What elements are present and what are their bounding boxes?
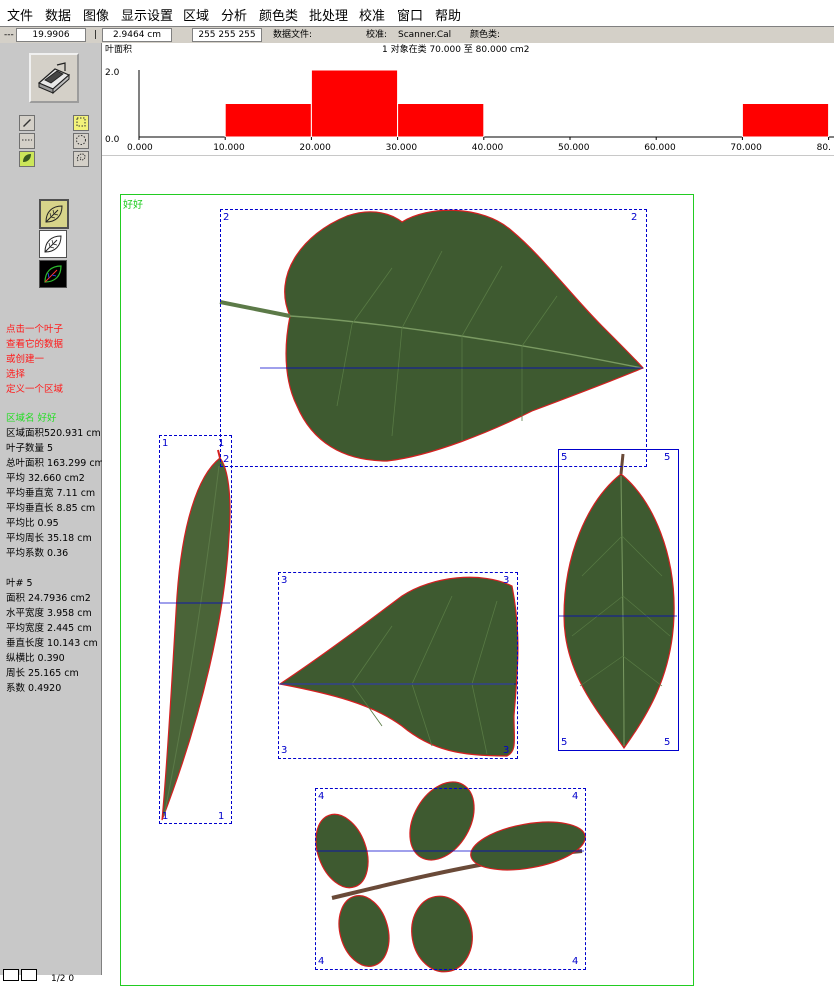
leaf-5-label-tr: 5 (664, 452, 671, 463)
histogram-panel: 叶面积 1 对象在类 70.000 至 80.000 cm2 2.0 0.0 0… (102, 43, 834, 156)
menu-image[interactable]: 图像 (83, 5, 109, 24)
status-separator: | (94, 30, 98, 40)
leaf-3-bbox (278, 572, 518, 759)
menu-batch[interactable]: 批处理 (309, 5, 348, 24)
leaf-5-bbox (558, 449, 679, 751)
leaf-color-icon (44, 265, 62, 283)
page-indicator: 1/2 0 (51, 974, 75, 984)
prev-page-button[interactable] (3, 969, 19, 981)
pencil-tool[interactable] (19, 115, 35, 131)
menu-file[interactable]: 文件 (7, 5, 33, 24)
ellipse-select-icon (76, 135, 86, 145)
status-value-2: 2.9464 cm (102, 28, 172, 42)
histogram-bar (224, 103, 312, 138)
leaf-4-label: 4 (318, 791, 325, 802)
menu-calibrate[interactable]: 校准 (359, 5, 385, 24)
left-panel: 点击一个叶子 查看它的数据 或创建一 选择 定义一个区域 区域名 好好 区域面积… (0, 43, 104, 984)
ellipse-select-tool[interactable] (73, 133, 89, 149)
leaf-white-icon (44, 235, 62, 253)
leaf-4-label-bl: 4 (318, 956, 325, 967)
leaf-3-label-br: 3 (503, 745, 510, 756)
leaf-4-label-tr: 4 (572, 791, 579, 802)
menu-analysis[interactable]: 分析 (221, 5, 247, 24)
x-tick-label: 50.000 (558, 143, 590, 153)
rect-select-tool[interactable] (73, 115, 89, 131)
x-tick-label: 40.000 (472, 143, 504, 153)
x-tick-label: 0.000 (127, 143, 153, 153)
y-tick-min: 0.0 (105, 135, 120, 145)
x-tick-label: 70.000 (730, 143, 762, 153)
menu-window[interactable]: 窗口 (397, 5, 423, 24)
status-dash: --- (4, 30, 14, 40)
scanner-icon (37, 62, 71, 95)
leaf-1-label-bl: 1 (162, 811, 169, 822)
leaf-1-bbox (159, 435, 232, 824)
leaf-mode-outline[interactable] (39, 199, 69, 229)
next-page-button[interactable] (21, 969, 37, 981)
leaf-info: 叶# 5 面积 24.7936 cm2 水平宽度 3.958 cm 平均宽度 2… (6, 578, 98, 694)
menu-help[interactable]: 帮助 (435, 5, 461, 24)
rect-select-icon (76, 117, 86, 127)
leaf-tool[interactable] (19, 151, 35, 167)
histogram-bar (741, 103, 830, 138)
leaf-mode-color[interactable] (39, 260, 67, 288)
leaf-2-bbox (220, 209, 647, 467)
leaf-4-label-br: 4 (572, 956, 579, 967)
histogram-bar (397, 103, 485, 138)
leaf-4-bbox (315, 788, 586, 970)
pager: 1/2 0 (3, 969, 74, 984)
x-tick-label: 20.000 (299, 143, 331, 153)
status-data-file-label: 数据文件: (273, 30, 313, 40)
leaf-1-label-br: 1 (218, 811, 225, 822)
leaf-mode-fill[interactable] (39, 230, 67, 258)
menu-color-class[interactable]: 颜色类 (259, 5, 298, 24)
menu-bar: 文件 数据 图像 显示设置 区域 分析 颜色类 批处理 校准 窗口 帮助 (0, 0, 834, 26)
scan-image-area[interactable]: 好好 2 2 2 1 1 1 1 3 3 3 3 4 4 4 4 5 5 5 5 (102, 156, 834, 986)
line-icon (22, 139, 32, 141)
leaf-3-label: 3 (281, 575, 288, 586)
histogram-summary: 1 对象在类 70.000 至 80.000 cm2 (382, 43, 529, 55)
status-bar: --- 19.9906 | 2.9464 cm 255 255 255 数据文件… (0, 26, 834, 44)
x-tick-label: 80. (817, 143, 831, 153)
leaf-outline-icon (45, 205, 63, 223)
leaf-small-icon (23, 154, 31, 162)
lasso-tool[interactable] (73, 151, 89, 167)
lasso-icon (76, 153, 86, 162)
x-tick-label: 60.000 (644, 143, 676, 153)
leaf-3-label-bl: 3 (281, 745, 288, 756)
leaf-5-label-br: 5 (664, 737, 671, 748)
status-calib-value: Scanner.Cal (398, 30, 452, 40)
leaf-3-label-tr: 3 (503, 575, 510, 586)
region-info: 区域名 好好 区域面积520.931 cm 叶子数量 5 总叶面积 163.29… (6, 413, 104, 559)
y-tick-max: 2.0 (105, 68, 120, 78)
pencil-icon (23, 119, 31, 127)
histogram-chart: 叶面积 1 对象在类 70.000 至 80.000 cm2 2.0 0.0 0… (105, 43, 834, 153)
histogram-bar (310, 69, 399, 138)
x-tick-label: 10.000 (213, 143, 245, 153)
status-color-class-label: 颜色类: (470, 30, 501, 40)
histogram-ylabel: 叶面积 (105, 43, 132, 55)
leaf-5-label: 5 (561, 452, 568, 463)
menu-region[interactable]: 区域 (183, 5, 209, 24)
leaf-1-label: 1 (162, 438, 169, 449)
leaf-5-label-bl: 5 (561, 737, 568, 748)
leaf-1-label-tr: 1 (218, 438, 225, 449)
status-calib-label: 校准: (366, 30, 388, 40)
leaf-2-label: 2 (223, 212, 230, 223)
line-tool[interactable] (19, 133, 35, 149)
menu-data[interactable]: 数据 (45, 5, 71, 24)
menu-display-settings[interactable]: 显示设置 (121, 5, 173, 24)
x-tick-label: 30.000 (386, 143, 418, 153)
status-value-1: 19.9906 (16, 28, 86, 42)
status-rgb: 255 255 255 (192, 28, 262, 42)
scanner-button[interactable] (29, 53, 79, 103)
region-info-header: 区域名 好好 (6, 413, 57, 424)
leaf-2-label-tr: 2 (631, 212, 638, 223)
help-text: 点击一个叶子 查看它的数据 或创建一 选择 定义一个区域 (6, 324, 64, 395)
